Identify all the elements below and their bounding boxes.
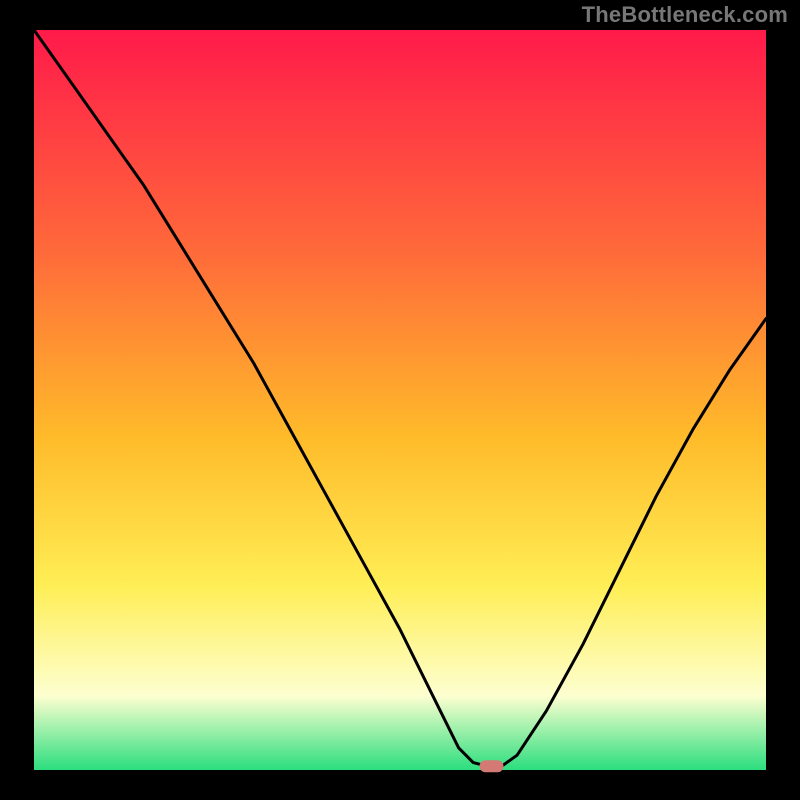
gradient-plot-area [34,30,766,770]
watermark-text: TheBottleneck.com [582,2,788,28]
chart-container: TheBottleneck.com [0,0,800,800]
chart-svg [0,0,800,800]
optimal-marker [480,760,504,772]
